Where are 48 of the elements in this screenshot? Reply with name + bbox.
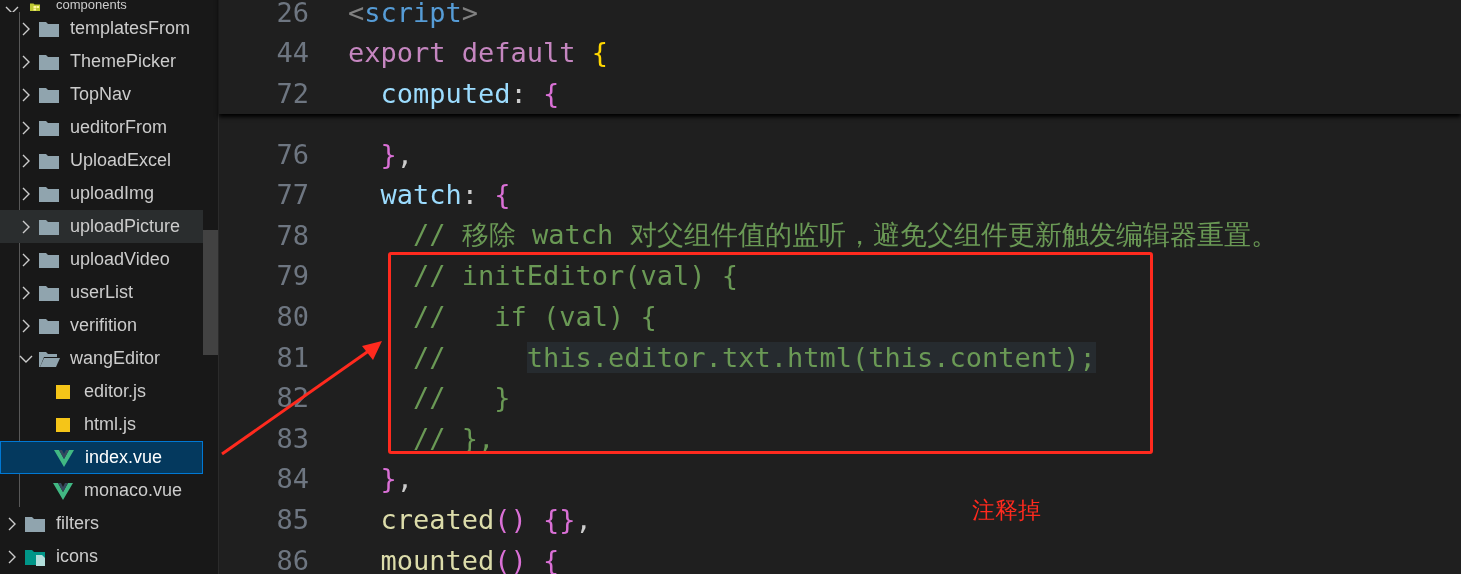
tree-item[interactable]: icons [0, 540, 203, 573]
tree-item[interactable]: templatesFrom [0, 12, 203, 45]
tree-item[interactable]: monaco.vue [0, 474, 203, 507]
line-number: 85 [275, 503, 309, 535]
line-number: 77 [275, 179, 309, 211]
tree-item[interactable]: UploadExcel [0, 144, 203, 177]
tree-item[interactable]: index.vue [0, 441, 203, 474]
line-number: 79 [275, 260, 309, 292]
code-line: }, [379, 463, 414, 495]
line-number: 78 [275, 219, 309, 251]
code-line: computed: { [379, 78, 560, 109]
line-number: 72 [275, 78, 309, 109]
tree-item[interactable]: uploadPicture [0, 210, 203, 243]
code-line: // 移除 watch 对父组件值的监听，避免父组件更新触发编辑器重置。 [412, 218, 1278, 253]
code-line: // } [412, 382, 511, 414]
vue-file-icon [53, 447, 75, 468]
code-line: // this.editor.txt.html(this.content); [412, 341, 1096, 373]
code-line: mounted() { [379, 544, 560, 574]
annotation-note: 注释掉 [972, 496, 1041, 525]
line-number: 86 [275, 544, 309, 574]
line-number: 76 [275, 138, 309, 170]
line-number: 84 [275, 463, 309, 495]
tree-item[interactable]: uploadImg [0, 177, 203, 210]
tree-item[interactable]: TopNav [0, 78, 203, 111]
code-line: watch: { [379, 179, 511, 211]
code-line: }, [379, 138, 414, 170]
scrollbar-thumb[interactable] [203, 230, 218, 355]
tree-item[interactable]: userList [0, 276, 203, 309]
code-line: // initEditor(val) { [412, 260, 739, 292]
tree-item[interactable]: components [0, 0, 203, 12]
vue-file-icon [52, 480, 74, 501]
line-number: 81 [275, 341, 309, 373]
tree-item[interactable]: editor.js [0, 375, 203, 408]
line-number: 83 [275, 422, 309, 454]
tree-item[interactable]: ueditorFrom [0, 111, 203, 144]
tree-item[interactable]: html.js [0, 408, 203, 441]
tree-item[interactable]: wangEditor [0, 342, 203, 375]
line-number: 26 [275, 0, 309, 28]
line-number: 80 [275, 300, 309, 332]
code-line: created() {}, [379, 503, 592, 535]
code-line: // if (val) { [412, 300, 657, 332]
line-number: 44 [275, 37, 309, 69]
code-line: export default { [348, 37, 609, 69]
tree-item[interactable]: ThemePicker [0, 45, 203, 78]
tree-item[interactable]: verifition [0, 309, 203, 342]
tree-item[interactable]: uploadVideo [0, 243, 203, 276]
tree-item[interactable]: filters [0, 507, 203, 540]
code-line: <script> [348, 0, 479, 28]
